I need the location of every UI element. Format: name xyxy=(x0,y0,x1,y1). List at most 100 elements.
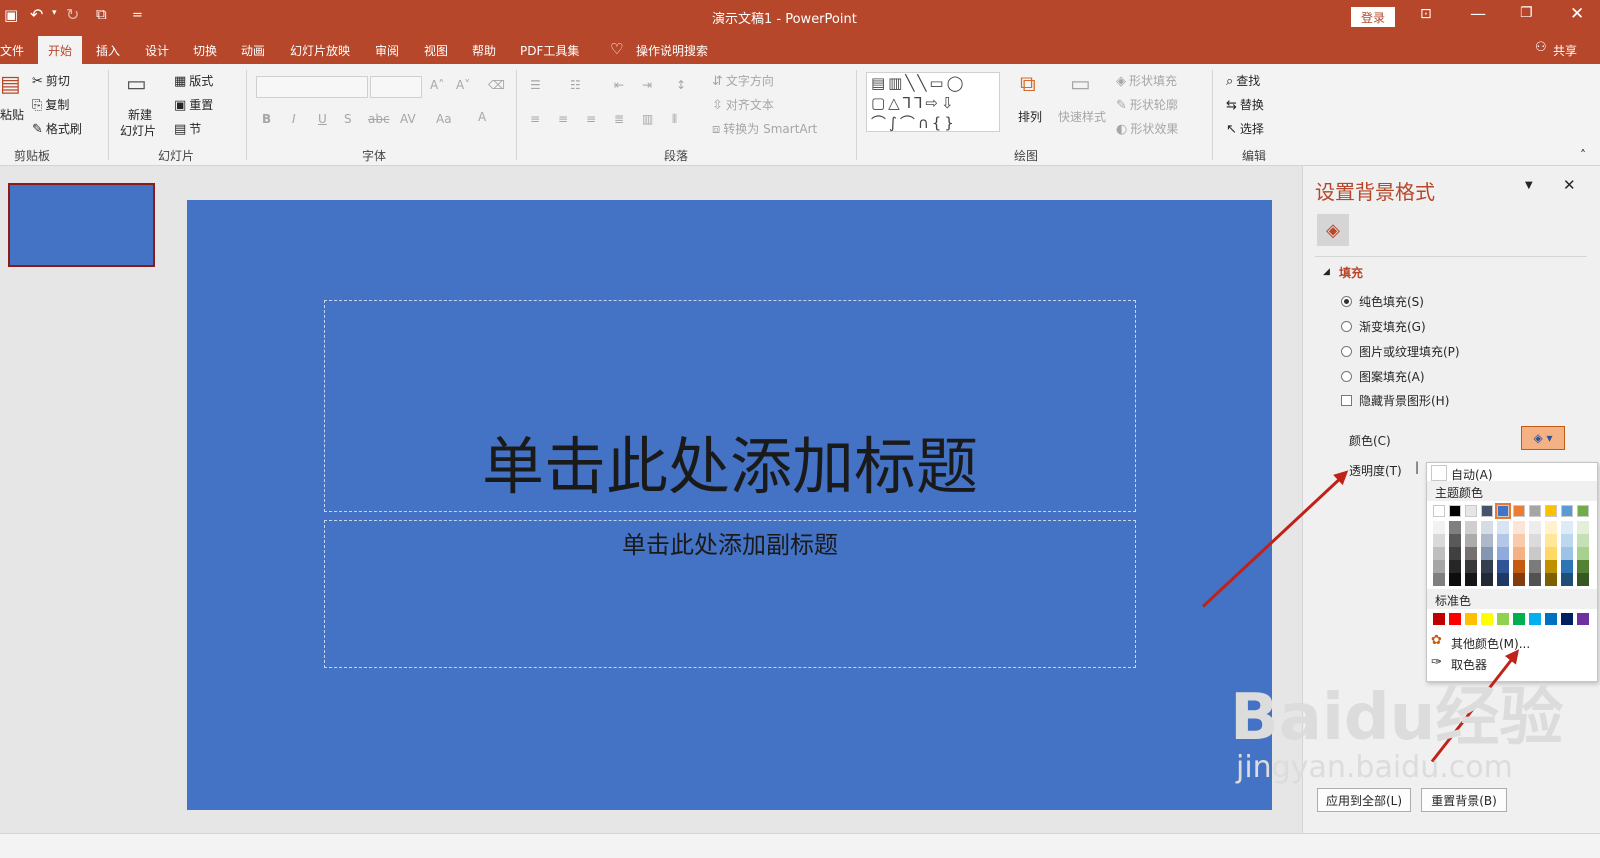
shape-fill-button[interactable]: ◈ 形状填充 xyxy=(1116,72,1177,89)
theme-shade-swatch[interactable] xyxy=(1449,573,1461,586)
collapse-triangle-icon[interactable]: ◢ xyxy=(1323,267,1330,277)
solid-fill-radio[interactable] xyxy=(1341,296,1352,307)
theme-shade-swatch[interactable] xyxy=(1577,534,1589,547)
shape-effects-button[interactable]: ◐ 形状效果 xyxy=(1116,120,1178,137)
find-button[interactable]: ⌕ 查找 xyxy=(1226,72,1260,89)
gradient-fill-label[interactable]: 渐变填充(G) xyxy=(1359,318,1426,335)
theme-shade-swatch[interactable] xyxy=(1433,521,1445,534)
theme-shade-swatch[interactable] xyxy=(1561,534,1573,547)
increase-indent-icon[interactable]: ⇥ xyxy=(642,78,652,92)
theme-shade-swatch[interactable] xyxy=(1481,547,1493,560)
theme-color-swatch[interactable] xyxy=(1481,505,1493,517)
apply-to-all-button[interactable]: 应用到全部(L) xyxy=(1317,788,1411,812)
picture-fill-label[interactable]: 图片或纹理填充(P) xyxy=(1359,343,1460,360)
theme-shade-swatch[interactable] xyxy=(1481,534,1493,547)
login-button[interactable]: 登录 xyxy=(1351,7,1395,27)
theme-shade-swatch[interactable] xyxy=(1545,573,1557,586)
redo-icon[interactable]: ↻ xyxy=(66,5,79,24)
reset-background-button[interactable]: 重置背景(B) xyxy=(1421,788,1507,812)
strikethrough-icon[interactable]: abc xyxy=(368,112,390,126)
shapes-gallery[interactable]: ▤▥╲╲▭◯ ▢△⅂⅂⇨⇩ ⌒∫⌒∩{} xyxy=(866,72,1000,132)
standard-color-swatch[interactable] xyxy=(1481,613,1493,625)
theme-shade-swatch[interactable] xyxy=(1513,534,1525,547)
theme-shade-swatch[interactable] xyxy=(1513,521,1525,534)
theme-color-swatch[interactable] xyxy=(1495,503,1511,519)
tell-me-search[interactable]: 操作说明搜索 xyxy=(636,42,708,59)
theme-shade-swatch[interactable] xyxy=(1449,547,1461,560)
quick-styles-icon[interactable]: ▭ xyxy=(1070,72,1091,97)
theme-shade-swatch[interactable] xyxy=(1449,560,1461,573)
arrange-button[interactable]: 排列 xyxy=(1018,108,1042,125)
quick-styles-button[interactable]: 快速样式 xyxy=(1058,108,1106,125)
theme-shade-swatch[interactable] xyxy=(1529,560,1541,573)
title-placeholder[interactable]: 单击此处添加标题 xyxy=(324,300,1136,512)
theme-color-swatch[interactable] xyxy=(1449,505,1461,517)
ribbon-display-options-icon[interactable]: ⊡ xyxy=(1420,6,1432,22)
distributed-icon[interactable]: ▥ xyxy=(642,112,653,126)
theme-color-swatch[interactable] xyxy=(1561,505,1573,517)
cut-button[interactable]: ✂ 剪切 xyxy=(32,72,70,89)
tab-view[interactable]: 视图 xyxy=(424,42,448,59)
theme-shade-swatch[interactable] xyxy=(1433,534,1445,547)
theme-color-swatch[interactable] xyxy=(1577,505,1589,517)
collapse-ribbon-icon[interactable]: ˄ xyxy=(1580,148,1586,162)
theme-shade-swatch[interactable] xyxy=(1577,573,1589,586)
section-button[interactable]: ▤ 节 xyxy=(174,120,201,137)
new-slide-icon[interactable]: ▭ xyxy=(126,72,147,97)
close-icon[interactable]: ✕ xyxy=(1570,4,1584,24)
theme-shade-swatch[interactable] xyxy=(1497,547,1509,560)
standard-color-swatch[interactable] xyxy=(1513,613,1525,625)
standard-color-swatch[interactable] xyxy=(1577,613,1589,625)
theme-shade-swatch[interactable] xyxy=(1513,547,1525,560)
italic-icon[interactable]: I xyxy=(292,112,296,126)
tab-home[interactable]: 开始 xyxy=(38,36,83,64)
theme-shade-swatch[interactable] xyxy=(1497,573,1509,586)
theme-shade-swatch[interactable] xyxy=(1513,573,1525,586)
tab-insert[interactable]: 插入 xyxy=(96,42,120,59)
new-slide-dropdown[interactable]: 幻灯片 xyxy=(120,122,156,139)
theme-shade-swatch[interactable] xyxy=(1449,534,1461,547)
standard-color-swatch[interactable] xyxy=(1433,613,1445,625)
shape-outline-button[interactable]: ✎ 形状轮廓 xyxy=(1116,96,1178,113)
standard-color-swatch[interactable] xyxy=(1545,613,1557,625)
select-button[interactable]: ↖ 选择 xyxy=(1226,120,1264,137)
theme-shade-swatch[interactable] xyxy=(1465,547,1477,560)
line-spacing-icon[interactable]: ↕ xyxy=(676,78,686,92)
slide-canvas[interactable]: 单击此处添加标题 单击此处添加副标题 xyxy=(187,200,1272,810)
undo-icon[interactable]: ↶ xyxy=(30,5,43,24)
font-name-box[interactable] xyxy=(256,76,368,98)
theme-shade-swatch[interactable] xyxy=(1497,534,1509,547)
minimize-icon[interactable]: — xyxy=(1470,4,1486,23)
fill-section-header[interactable]: 填充 xyxy=(1339,264,1363,281)
theme-color-swatch[interactable] xyxy=(1513,505,1525,517)
tab-review[interactable]: 审阅 xyxy=(375,42,399,59)
convert-smartart-button[interactable]: ⧈ 转换为 SmartArt xyxy=(712,120,817,137)
gradient-fill-radio[interactable] xyxy=(1341,321,1352,332)
theme-shade-swatch[interactable] xyxy=(1465,521,1477,534)
copy-button[interactable]: ⎘ 复制 xyxy=(32,96,69,113)
pattern-fill-label[interactable]: 图案填充(A) xyxy=(1359,368,1425,385)
numbering-icon[interactable]: ☷ xyxy=(570,78,581,92)
shadow-icon[interactable]: S xyxy=(344,112,352,126)
theme-shade-swatch[interactable] xyxy=(1561,560,1573,573)
eyedropper-option[interactable]: 取色器 xyxy=(1451,656,1487,673)
theme-shade-swatch[interactable] xyxy=(1465,534,1477,547)
theme-shade-swatch[interactable] xyxy=(1433,547,1445,560)
theme-shade-swatch[interactable] xyxy=(1545,560,1557,573)
presentation-start-icon[interactable]: ⧉ xyxy=(96,5,107,23)
pane-options-icon[interactable]: ▼ xyxy=(1525,180,1533,191)
increase-font-icon[interactable]: A˄ xyxy=(430,78,444,92)
font-color-icon[interactable]: A xyxy=(478,110,486,124)
paste-button[interactable]: 粘贴 xyxy=(0,106,24,123)
standard-color-swatch[interactable] xyxy=(1529,613,1541,625)
theme-shade-swatch[interactable] xyxy=(1465,560,1477,573)
underline-icon[interactable]: U xyxy=(318,112,327,126)
text-direction-button[interactable]: ⇵ 文字方向 xyxy=(712,72,774,89)
theme-shade-swatch[interactable] xyxy=(1497,560,1509,573)
theme-shade-swatch[interactable] xyxy=(1577,521,1589,534)
fill-tab-icon[interactable]: ◈ xyxy=(1317,214,1349,246)
tab-animations[interactable]: 动画 xyxy=(241,42,265,59)
theme-shade-swatch[interactable] xyxy=(1465,573,1477,586)
picture-fill-radio[interactable] xyxy=(1341,346,1352,357)
theme-shade-swatch[interactable] xyxy=(1497,521,1509,534)
